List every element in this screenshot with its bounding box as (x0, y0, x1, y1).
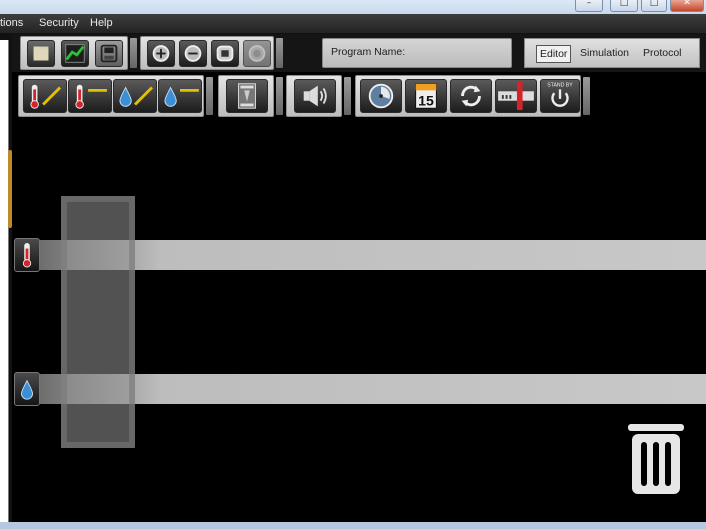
tab-protocol[interactable]: Protocol (640, 45, 685, 63)
program-name-label: Program Name: (331, 46, 406, 58)
maximize-icon: □ (649, 0, 659, 8)
time-cursor[interactable] (61, 196, 135, 448)
humidity-track-button[interactable] (14, 372, 40, 406)
water-drop-icon (20, 379, 34, 400)
calendar-day: 15 (418, 92, 434, 108)
standby-icon: STAND BY (547, 83, 573, 107)
toolbar-separator (344, 77, 351, 115)
side-panel-tab[interactable] (8, 150, 12, 228)
sound-toolbar-group (286, 75, 342, 117)
toolbar-bottom: 15 STAND BY (0, 72, 706, 120)
restore-button[interactable]: □ (610, 0, 638, 12)
timer-button[interactable] (360, 79, 402, 113)
toolbar-separator (276, 38, 283, 68)
zoom-in-icon (152, 45, 170, 62)
zoom-out-icon (184, 45, 202, 62)
calendar-button[interactable]: 15 (405, 79, 447, 113)
zoom-toolbar-group (140, 36, 274, 70)
humidity-hold-button[interactable] (158, 79, 202, 113)
window-bottom-border (0, 522, 706, 529)
zoom-in-button[interactable] (147, 40, 175, 67)
loop-button[interactable] (450, 79, 492, 113)
humidity-ramp-button[interactable] (113, 79, 157, 113)
title-bar: – □ □ ✕ (0, 0, 706, 14)
standby-button[interactable]: STAND BY (540, 79, 580, 113)
program-toolbar-group: 15 STAND BY (355, 75, 581, 117)
calendar-icon: 15 (415, 83, 437, 109)
chart-icon (65, 44, 85, 63)
expand-arrow-icon[interactable]: ▸ (0, 505, 10, 517)
standby-label: STAND BY (547, 83, 573, 89)
menu-bar: tions Security Help (0, 14, 706, 34)
close-button[interactable]: ✕ (670, 0, 704, 12)
humidity-hold-icon (164, 86, 199, 107)
trash-icon (628, 424, 684, 494)
menu-options[interactable]: tions (0, 17, 23, 29)
toolbar-separator (206, 77, 213, 115)
specimen-toolbar-group (218, 75, 274, 117)
zoom-reset-icon (248, 45, 266, 62)
slider-icon (498, 81, 534, 111)
loop-icon (461, 85, 481, 107)
chart-button[interactable] (61, 40, 89, 67)
trash-button[interactable] (626, 420, 686, 496)
specimen-icon (238, 83, 256, 109)
side-panel (0, 40, 9, 522)
ramp-toolbar-group (18, 75, 204, 117)
speaker-button[interactable] (294, 79, 336, 113)
mode-tabs: Editor Simulation Protocol (524, 38, 700, 68)
menu-security[interactable]: Security (39, 17, 79, 29)
side-panel-edge[interactable] (0, 34, 12, 529)
timer-icon (368, 83, 394, 109)
open-button[interactable] (27, 40, 55, 67)
minimize-button[interactable]: – (575, 0, 603, 12)
maximize-button[interactable]: □ (641, 0, 667, 12)
menu-help[interactable]: Help (90, 17, 113, 29)
specimen-button[interactable] (226, 79, 268, 113)
program-name-box: Program Name: (322, 38, 512, 68)
temperature-track-button[interactable] (14, 238, 40, 272)
temperature-ramp-button[interactable] (23, 79, 67, 113)
zoom-reset-button[interactable] (243, 40, 271, 67)
tab-editor[interactable]: Editor (536, 45, 572, 63)
toolbar-separator (583, 77, 590, 115)
temperature-track[interactable] (40, 240, 706, 270)
temperature-ramp-icon (30, 84, 62, 109)
temperature-hold-button[interactable] (68, 79, 112, 113)
toolbar-separator (276, 77, 283, 115)
slider-button[interactable] (495, 79, 537, 113)
tab-simulation[interactable]: Simulation (577, 45, 632, 63)
save-button[interactable] (95, 40, 123, 67)
file-toolbar-group (20, 36, 128, 70)
temperature-hold-icon (75, 84, 107, 109)
toolbar-separator (130, 38, 137, 68)
humidity-ramp-icon (119, 86, 153, 107)
speaker-icon (303, 85, 327, 107)
close-icon: ✕ (683, 0, 691, 8)
humidity-track[interactable] (40, 374, 706, 404)
zoom-fit-icon (216, 45, 234, 62)
open-icon (33, 46, 49, 61)
thermometer-icon (22, 243, 32, 268)
zoom-fit-button[interactable] (211, 40, 239, 67)
app-window: – □ □ ✕ tions Security Help Program Name… (0, 0, 706, 529)
save-icon (100, 44, 118, 63)
minimize-icon: – (586, 0, 592, 8)
zoom-out-button[interactable] (179, 40, 207, 67)
restore-icon: □ (619, 0, 629, 8)
